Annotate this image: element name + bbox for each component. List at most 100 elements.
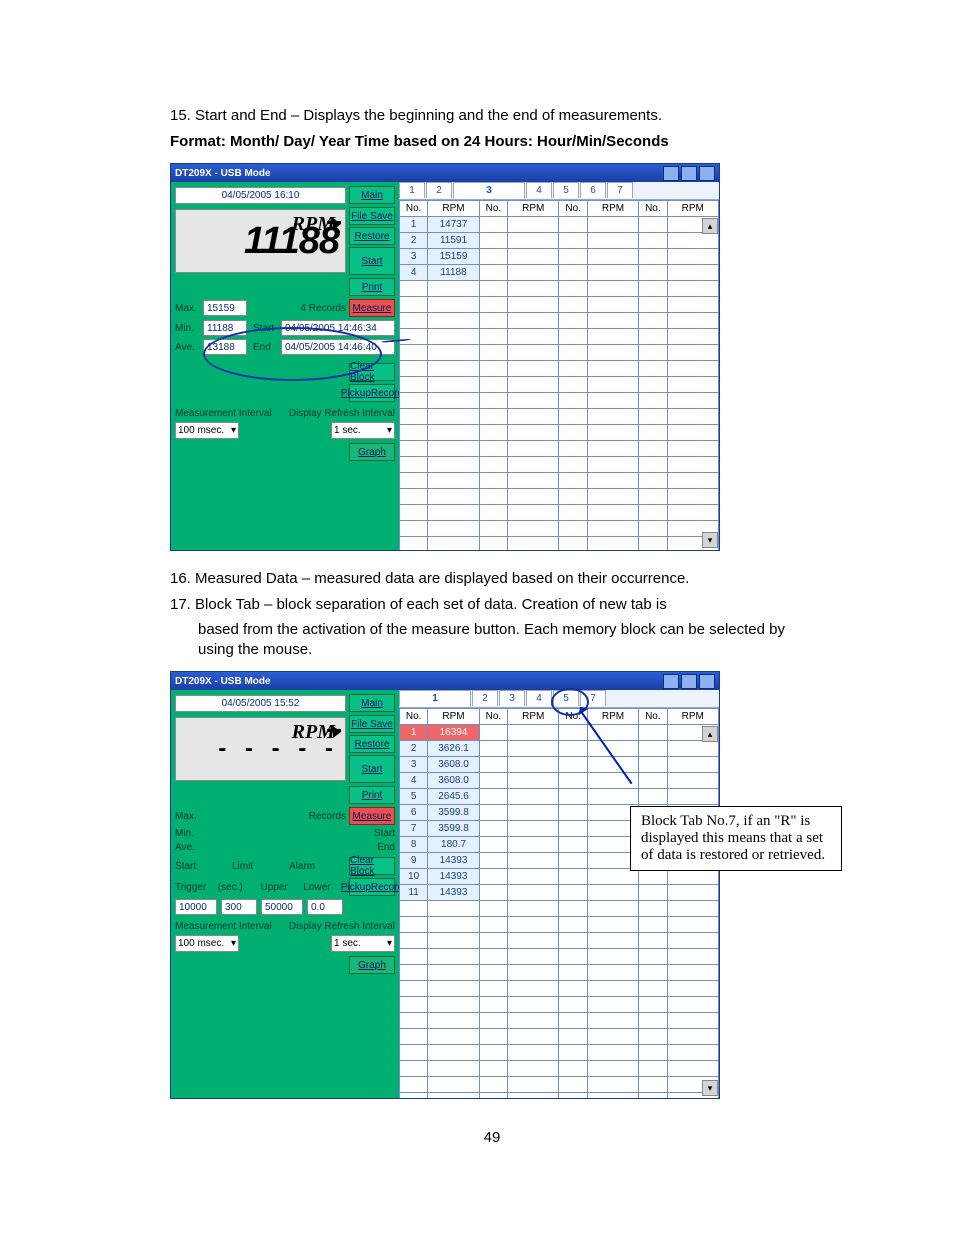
cell: 14393 [428, 869, 479, 885]
cell: 8 [400, 837, 428, 853]
max-value: 15159 [203, 300, 247, 316]
cell [508, 249, 559, 265]
lower-value[interactable]: 0.0 [307, 899, 343, 915]
cell: 14393 [428, 853, 479, 869]
cell [667, 1013, 718, 1029]
block-tab-1[interactable]: 1 [399, 690, 471, 707]
cell: 11188 [428, 265, 479, 281]
upper-label: Upper [261, 882, 304, 893]
cell [508, 1093, 559, 1099]
cell [667, 361, 718, 377]
filesave-button[interactable]: File Save [349, 715, 395, 733]
block-tab-4[interactable]: 4 [526, 690, 552, 706]
graph-button[interactable]: Graph [349, 956, 395, 974]
col-header: No. [559, 201, 587, 217]
cell [428, 441, 479, 457]
cell [428, 933, 479, 949]
cell [479, 997, 507, 1013]
cell [479, 249, 507, 265]
refresh-interval-select[interactable]: 1 sec.▾ [331, 422, 395, 439]
cell [639, 1029, 667, 1045]
scroll-up-icon[interactable]: ▴ [702, 726, 718, 742]
cell [559, 917, 587, 933]
block-tab-4[interactable]: 4 [526, 182, 552, 198]
restore-button[interactable]: Restore [349, 227, 395, 245]
scroll-down-icon[interactable]: ▾ [702, 532, 718, 548]
print-button[interactable]: Print [349, 278, 395, 296]
scroll-down-icon[interactable]: ▾ [702, 1080, 718, 1096]
clear-block-button[interactable]: Clear Block [349, 857, 395, 875]
cell [587, 297, 638, 313]
window-title: DT209X - USB Mode [175, 168, 271, 179]
meas-interval-select[interactable]: 100 msec.▾ [175, 935, 239, 952]
block-tabs: 1234567 [399, 182, 719, 200]
block-tab-3[interactable]: 3 [499, 690, 525, 706]
cell [559, 473, 587, 489]
cell [559, 393, 587, 409]
cell [479, 297, 507, 313]
titlebar[interactable]: DT209X - USB Mode [171, 672, 719, 690]
cell [479, 265, 507, 281]
cell [639, 489, 667, 505]
trigger-value[interactable]: 10000 [175, 899, 217, 915]
cell [479, 885, 507, 901]
filesave-button[interactable]: File Save [349, 207, 395, 225]
item-16-text: 16. Measured Data – measured data are di… [198, 569, 814, 589]
cell [639, 1045, 667, 1061]
cell [587, 473, 638, 489]
cell [667, 265, 718, 281]
block-tab-2[interactable]: 2 [426, 182, 452, 198]
cell [479, 773, 507, 789]
window-controls[interactable] [663, 674, 715, 689]
cell [479, 393, 507, 409]
cell [428, 329, 479, 345]
annotation-ellipse-start-end [203, 327, 382, 381]
block-tab-5[interactable]: 5 [553, 182, 579, 198]
block-tab-callout: Block Tab No.7, if an "R" is displayed t… [630, 806, 842, 871]
sec-value[interactable]: 300 [221, 899, 257, 915]
cell [667, 249, 718, 265]
block-tab-7[interactable]: 7 [607, 182, 633, 198]
scroll-up-icon[interactable]: ▴ [702, 218, 718, 234]
pickup-record-button[interactable]: PickupRecord [349, 384, 395, 402]
item-17-text-a: 17. Block Tab – block separation of each… [198, 595, 814, 615]
start-button[interactable]: Start [349, 755, 395, 783]
cell [639, 949, 667, 965]
cell [508, 345, 559, 361]
cell [428, 505, 479, 521]
cell [428, 489, 479, 505]
cell [400, 489, 428, 505]
cell [667, 981, 718, 997]
pickup-record-button[interactable]: PickupRecord [349, 878, 395, 896]
cell [479, 409, 507, 425]
cell [587, 741, 638, 757]
refresh-interval-select[interactable]: 1 sec.▾ [331, 935, 395, 952]
cell [639, 425, 667, 441]
cell [559, 329, 587, 345]
print-button[interactable]: Print [349, 786, 395, 804]
cell [667, 489, 718, 505]
cell [508, 1013, 559, 1029]
block-tab-1[interactable]: 1 [399, 182, 425, 198]
block-tab-3[interactable]: 3 [453, 182, 525, 199]
measure-button[interactable]: Measure [349, 807, 395, 825]
cell [400, 345, 428, 361]
block-tab-2[interactable]: 2 [472, 690, 498, 706]
restore-button[interactable]: Restore [349, 735, 395, 753]
cell [479, 521, 507, 537]
cell: 1 [400, 725, 428, 741]
meas-interval-select[interactable]: 100 msec.▾ [175, 422, 239, 439]
start-button[interactable]: Start [349, 247, 395, 275]
item-17-text-b: based from the activation of the measure… [198, 620, 814, 659]
window-controls[interactable] [663, 166, 715, 181]
main-button[interactable]: Main [349, 186, 395, 204]
block-tab-6[interactable]: 6 [580, 182, 606, 198]
cell [559, 1093, 587, 1099]
cell [559, 361, 587, 377]
upper-value[interactable]: 50000 [261, 899, 303, 915]
titlebar[interactable]: DT209X - USB Mode [171, 164, 719, 182]
main-button[interactable]: Main [349, 694, 395, 712]
cell [400, 1093, 428, 1099]
measure-button[interactable]: Measure [349, 299, 395, 317]
graph-button[interactable]: Graph [349, 443, 395, 461]
